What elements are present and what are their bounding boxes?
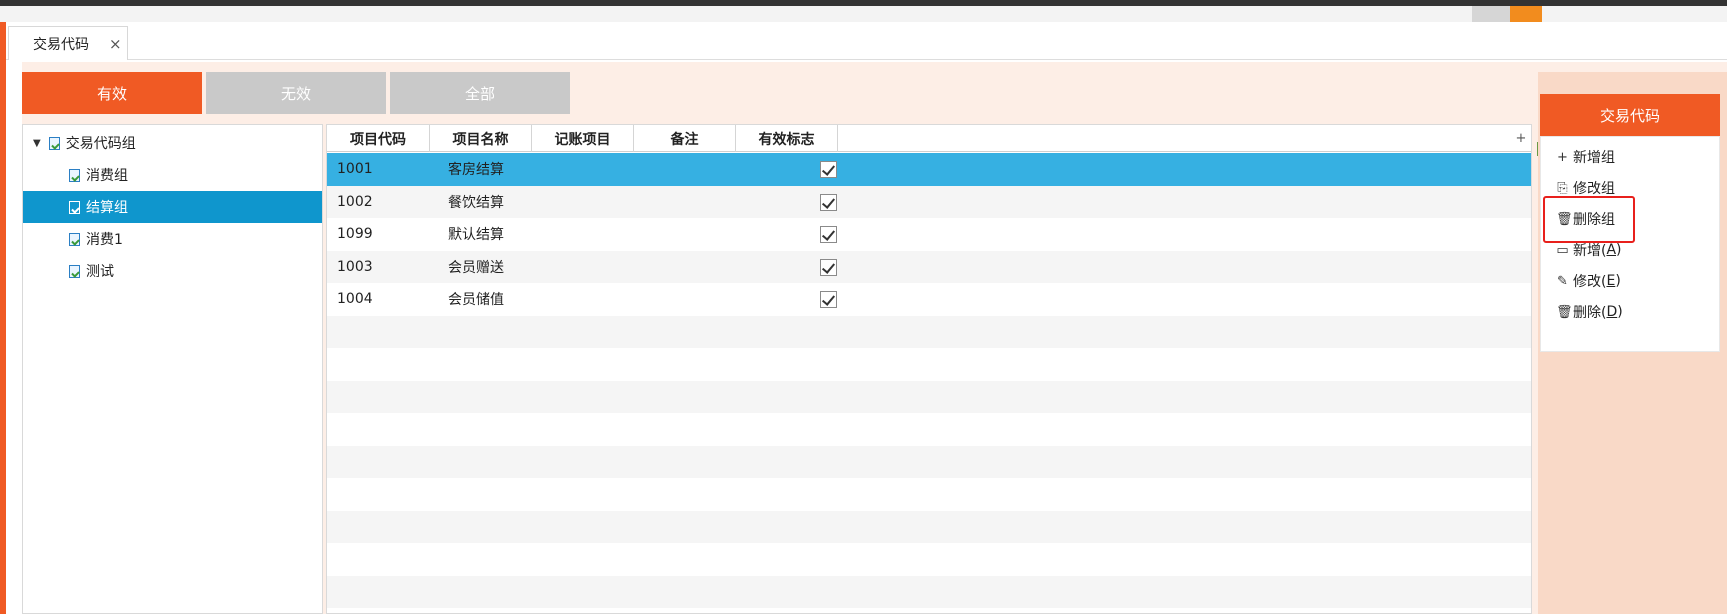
valid-checkbox[interactable] <box>820 291 837 308</box>
close-icon[interactable]: × <box>109 35 122 53</box>
empty-row <box>327 348 1531 381</box>
column-header-code[interactable]: 项目代码 <box>327 125 430 152</box>
tree-root[interactable]: ▼ 交易代码组 <box>23 127 322 159</box>
empty-row <box>327 510 1531 543</box>
menu-label: 删除组 <box>1573 212 1615 228</box>
table-row[interactable]: 1004 会员储值 <box>327 283 1531 316</box>
trash-icon: 🗑 <box>1556 211 1573 227</box>
top-window-bar <box>0 0 1727 22</box>
tree-item-label: 消费组 <box>86 168 128 184</box>
filter-all-button[interactable]: 全部 <box>390 72 570 114</box>
menu-label-suffix: ) <box>1616 242 1622 258</box>
plus-icon: + <box>1557 149 1568 165</box>
pencil-icon: ✎ <box>1557 273 1568 289</box>
empty-row <box>327 478 1531 511</box>
menu-label: 删除( <box>1573 305 1607 321</box>
tree-item-consume1[interactable]: 消费1 <box>23 223 322 255</box>
add-group-button[interactable]: + 新增组 <box>1556 145 1615 169</box>
empty-row <box>327 380 1531 413</box>
delete-group-button[interactable]: 🗑 删除组 <box>1556 207 1615 231</box>
toolbar-button[interactable] <box>1472 6 1510 22</box>
shortcut-key: E <box>1606 273 1616 289</box>
column-header-note[interactable]: 备注 <box>634 125 736 152</box>
checked-doc-icon <box>69 232 80 246</box>
cell-name: 会员储值 <box>448 292 504 309</box>
checked-doc-icon <box>69 168 80 182</box>
menu-label: 新增( <box>1573 243 1607 259</box>
valid-checkbox[interactable] <box>820 226 837 243</box>
checked-doc-icon <box>69 200 80 214</box>
filter-valid-button[interactable]: 有效 <box>22 72 202 114</box>
filter-invalid-button[interactable]: 无效 <box>206 72 386 114</box>
edit-doc-icon: ⎘ <box>1557 180 1568 196</box>
table-row[interactable]: 1001 客房结算 <box>327 153 1531 186</box>
cell-code: 1001 <box>337 161 373 178</box>
cell-name: 客房结算 <box>448 162 504 179</box>
delete-button[interactable]: 🗑 删除(D) <box>1556 300 1623 324</box>
grid-header: 项目代码 项目名称 记账项目 备注 有效标志 + <box>327 125 1531 152</box>
valid-checkbox[interactable] <box>820 161 837 178</box>
content-area: 有效 无效 全部 ▼ 交易代码组 消费组 结算组 消费1 测试 项目代码 项目名… <box>22 62 1727 614</box>
table-row[interactable]: 1099 默认结算 <box>327 218 1531 251</box>
checked-doc-icon <box>69 264 80 278</box>
tab-label: 交易代码 <box>33 36 89 53</box>
table-row[interactable]: 1002 餐饮结算 <box>327 185 1531 218</box>
cell-name: 会员赠送 <box>448 259 504 276</box>
cell-code: 1002 <box>337 193 373 210</box>
menu-label: 新增组 <box>1573 150 1615 166</box>
empty-row <box>327 413 1531 446</box>
expand-arrow-icon[interactable]: ▼ <box>33 138 41 149</box>
tree-item-settlement-group[interactable]: 结算组 <box>23 191 322 223</box>
menu-label-suffix: ) <box>1615 273 1621 289</box>
tree-item-label: 消费1 <box>86 232 123 248</box>
tree-item-test[interactable]: 测试 <box>23 255 322 287</box>
cell-name: 餐饮结算 <box>448 194 504 211</box>
group-tree: ▼ 交易代码组 消费组 结算组 消费1 测试 <box>22 124 323 614</box>
cell-code: 1099 <box>337 226 373 243</box>
menu-label: 修改( <box>1573 274 1607 290</box>
tree-item-consume-group[interactable]: 消费组 <box>23 159 322 191</box>
panel-title: 交易代码 <box>1540 94 1720 136</box>
menu-label: 修改组 <box>1573 181 1615 197</box>
shortcut-key: D <box>1606 304 1618 320</box>
valid-checkbox[interactable] <box>820 193 837 211</box>
column-header-name[interactable]: 项目名称 <box>430 125 532 152</box>
column-header-account[interactable]: 记账项目 <box>532 125 634 152</box>
code-grid: 项目代码 项目名称 记账项目 备注 有效标志 + 1001 客房结算 1002 … <box>326 124 1532 614</box>
cell-code: 1003 <box>337 258 373 275</box>
empty-row <box>327 445 1531 478</box>
column-header-valid[interactable]: 有效标志 <box>736 125 838 152</box>
add-column-icon[interactable]: + <box>1515 125 1527 152</box>
shortcut-key: A <box>1606 242 1617 258</box>
edit-group-button[interactable]: ⎘ 修改组 <box>1556 176 1615 200</box>
empty-row <box>327 315 1531 348</box>
toolbar-accent-button[interactable] <box>1510 6 1542 22</box>
tree-item-label: 测试 <box>86 264 114 280</box>
tree-item-label: 结算组 <box>86 200 128 216</box>
action-panel: 交易代码 + 新增组 ⎘ 修改组 🗑 删除组 ▭ 新增(A) ✎ 修改(E … <box>1538 72 1727 614</box>
menu-label-suffix: ) <box>1617 304 1623 320</box>
cell-name: 默认结算 <box>448 227 504 244</box>
table-row[interactable]: 1003 会员赠送 <box>327 250 1531 283</box>
main-window: 交易代码 × 有效 无效 全部 ▼ 交易代码组 消费组 结算组 消费1 测试 项… <box>6 22 1727 614</box>
new-doc-icon: ▭ <box>1556 242 1569 258</box>
valid-checkbox[interactable] <box>820 258 837 276</box>
tab-strip: 交易代码 × <box>6 22 1727 60</box>
cell-code: 1004 <box>337 291 373 308</box>
tree-root-label: 交易代码组 <box>65 136 136 152</box>
add-button[interactable]: ▭ 新增(A) <box>1556 238 1622 262</box>
edit-button[interactable]: ✎ 修改(E) <box>1556 269 1621 293</box>
empty-row <box>327 575 1531 608</box>
empty-row <box>327 543 1531 576</box>
checked-doc-icon <box>48 136 60 150</box>
toolbar-strip <box>0 6 1727 22</box>
action-menu: + 新增组 ⎘ 修改组 🗑 删除组 ▭ 新增(A) ✎ 修改(E) 🗑 删除… <box>1540 136 1720 352</box>
trash-icon: 🗑 <box>1556 304 1573 320</box>
tab-transaction-code[interactable]: 交易代码 × <box>8 26 128 60</box>
